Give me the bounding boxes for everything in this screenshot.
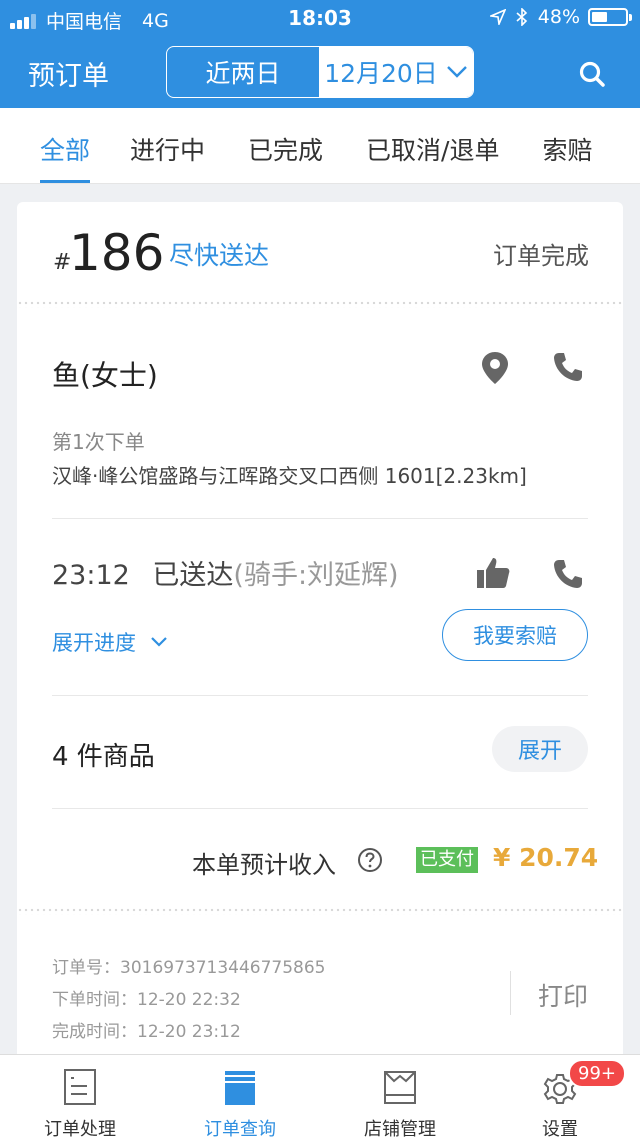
- dotted-divider: [17, 300, 623, 308]
- expand-goods-button[interactable]: 展开: [492, 726, 588, 772]
- print-button[interactable]: 打印: [538, 977, 588, 1013]
- location-arrow-icon: [489, 9, 506, 25]
- page-title: 预订单: [28, 61, 109, 92]
- expand-progress-label: 展开进度: [52, 631, 136, 655]
- notification-badge: 99+: [568, 1059, 626, 1088]
- goods-section: 4 件商品 展开: [17, 696, 623, 808]
- nav-settings[interactable]: 99+ 设置: [480, 1055, 640, 1138]
- chevron-down-icon: [446, 66, 467, 78]
- rider-name: (骑手:刘延辉): [233, 560, 399, 591]
- nav-order-processing[interactable]: 订单处理: [0, 1055, 160, 1138]
- search-icon[interactable]: [578, 60, 606, 88]
- delivered-status: 已送达: [152, 560, 234, 591]
- nav-label: 店铺管理: [364, 1119, 436, 1138]
- delivery-section: 23:12 已送达(骑手:刘延辉) 展开进度 我要索赔: [17, 519, 623, 695]
- vertical-divider: [510, 971, 511, 1015]
- tab-in-progress[interactable]: 进行中: [130, 108, 205, 183]
- order-query-icon: [225, 1071, 255, 1105]
- order-list-icon: [64, 1069, 96, 1105]
- delivery-info: 23:12 已送达(骑手:刘延辉): [52, 553, 399, 592]
- phone-icon[interactable]: [551, 350, 585, 384]
- top-bar: 中国电信 4G 18:03 48% 预订单 近两日 12月20日: [0, 0, 640, 108]
- bluetooth-icon: [516, 8, 527, 26]
- nav-label: 订单查询: [204, 1119, 276, 1138]
- income-section: 本单预计收入 已支付 ¥ 20.74: [17, 809, 623, 907]
- order-meta: 订单号：3016973713446775865 下单时间：12-20 22:32…: [17, 915, 623, 1062]
- delivery-tag: 尽快送达: [169, 241, 270, 270]
- order-status: 订单完成: [493, 242, 589, 270]
- delivered-time: 23:12: [52, 560, 130, 591]
- tab-cancelled-refunded[interactable]: 已取消/退单: [366, 108, 499, 183]
- dotted-divider: [17, 907, 623, 915]
- placed-time: 下单时间：12-20 22:32: [52, 990, 241, 1010]
- order-count: 第1次下单: [52, 430, 145, 454]
- customer-name: 鱼(女士): [52, 359, 158, 392]
- status-bar: 中国电信 4G 18:03 48%: [0, 0, 640, 36]
- battery-percent: 48%: [537, 6, 580, 28]
- income-amount: ¥ 20.74: [493, 843, 599, 872]
- order-header: # 186 尽快送达 订单完成: [17, 202, 623, 300]
- tab-all[interactable]: 全部: [40, 108, 91, 183]
- help-icon[interactable]: [357, 847, 383, 873]
- income-label: 本单预计收入: [192, 851, 336, 879]
- chevron-down-icon: [151, 637, 167, 647]
- thumbs-up-icon[interactable]: [475, 555, 511, 591]
- expand-progress-button[interactable]: 展开进度: [52, 627, 168, 657]
- tab-completed[interactable]: 已完成: [248, 108, 323, 183]
- date-picker[interactable]: 12月20日: [319, 47, 473, 97]
- tab-claims[interactable]: 索赔: [542, 108, 592, 183]
- nav-shop-management[interactable]: 店铺管理: [320, 1055, 480, 1138]
- rider-phone-icon[interactable]: [551, 557, 585, 591]
- order-number: 186: [69, 224, 165, 282]
- goods-count: 4 件商品: [52, 742, 155, 772]
- date-range-toggle: 近两日 12月20日: [166, 46, 474, 98]
- selected-date: 12月20日: [324, 59, 438, 88]
- map-pin-icon[interactable]: [479, 350, 511, 386]
- delivery-address: 汉峰·峰公馆盛路与江晖路交叉口西侧 1601[2.23km]: [52, 464, 527, 488]
- order-number-full: 订单号：3016973713446775865: [52, 958, 326, 978]
- order-card: # 186 尽快送达 订单完成 鱼(女士) 第1次下单 汉峰·峰公馆盛路与江晖路…: [17, 202, 623, 1062]
- nav-label: 设置: [542, 1119, 578, 1138]
- header: 预订单 近两日 12月20日: [0, 36, 640, 108]
- bottom-nav: 订单处理 订单查询 店铺管理 99+ 设置: [0, 1054, 640, 1138]
- battery-icon: [588, 8, 632, 26]
- nav-label: 订单处理: [44, 1119, 116, 1138]
- order-tabs: 全部 进行中 已完成 已取消/退单 索赔: [0, 108, 640, 184]
- range-option-recent[interactable]: 近两日: [167, 47, 319, 97]
- shop-icon: [384, 1071, 416, 1104]
- paid-badge: 已支付: [416, 847, 478, 873]
- nav-order-query[interactable]: 订单查询: [160, 1055, 320, 1138]
- customer-section: 鱼(女士) 第1次下单 汉峰·峰公馆盛路与江晖路交叉口西侧 1601[2.23k…: [17, 308, 623, 518]
- completed-time: 完成时间：12-20 23:12: [52, 1022, 241, 1042]
- claim-button[interactable]: 我要索赔: [442, 609, 588, 661]
